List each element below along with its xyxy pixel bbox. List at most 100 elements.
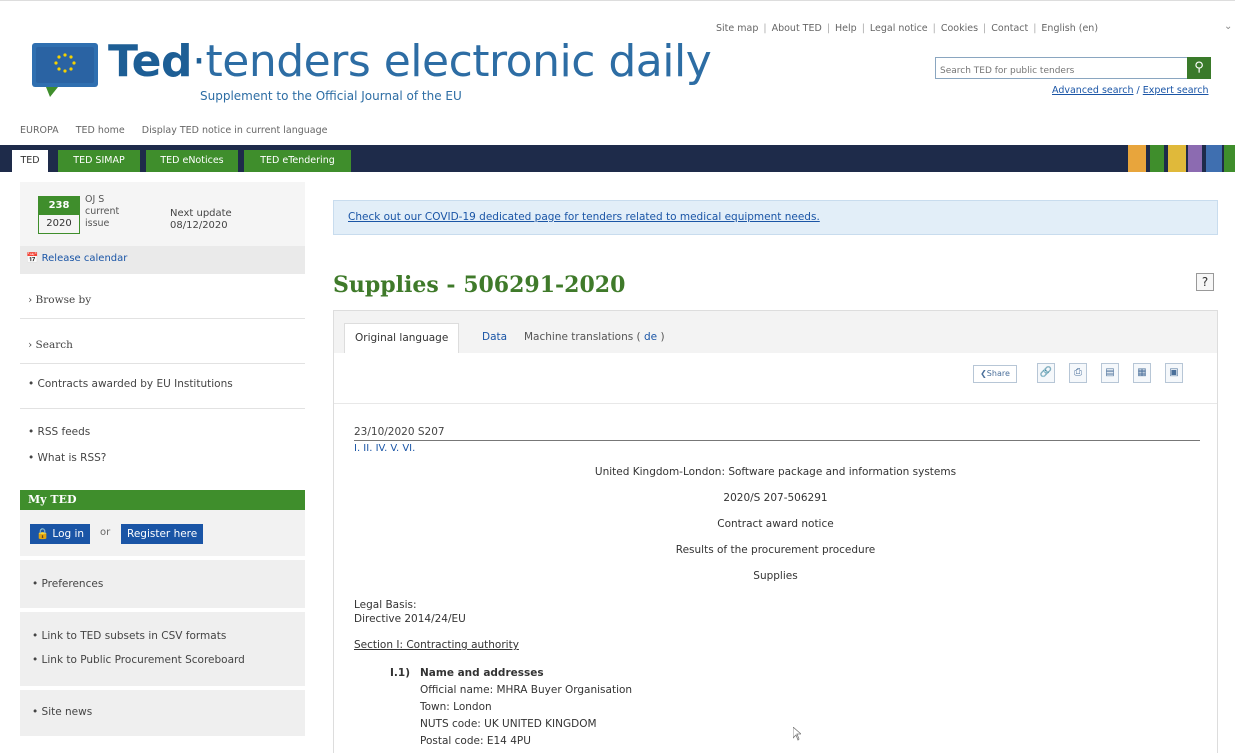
top-link-contact[interactable]: Contact [991, 23, 1028, 34]
search-links: Advanced search / Expert search [1052, 85, 1209, 96]
sidebar-item-what-is-rss[interactable]: • What is RSS? [28, 452, 106, 464]
notice-location-title: United Kingdom-London: Software package … [594, 466, 957, 478]
next-update: Next update 08/12/2020 [170, 208, 232, 232]
top-link-legal[interactable]: Legal notice [870, 23, 928, 34]
divider [20, 408, 305, 409]
ojs-label: OJ S current issue [85, 194, 120, 229]
sidebar-item-label: Link to Public Procurement Scoreboard [41, 654, 245, 666]
notice-body: ❮Share 🔗 ⎙ ▤ ▦ ▣ 23/10/2020 S207 I. II. … [334, 353, 1217, 753]
notice-number: 2020/S 207-506291 [723, 492, 828, 504]
tab-ted-simap[interactable]: TED SIMAP [58, 150, 140, 172]
tab-machine-translations[interactable]: Machine translations ( de ) [524, 323, 665, 353]
notice-results: Results of the procurement procedure [675, 544, 876, 556]
share-button[interactable]: ❮Share [973, 365, 1017, 383]
notice-tabs: Original language Data Machine translati… [334, 311, 1217, 353]
top-link-about[interactable]: About TED [772, 23, 822, 34]
tab-ted-etendering[interactable]: TED eTendering [244, 150, 351, 172]
mt-language-link[interactable]: de [644, 331, 657, 343]
divider [20, 318, 305, 319]
legal-basis-label: Legal Basis: [354, 599, 417, 611]
sidebar-item-preferences[interactable]: • Preferences [32, 578, 103, 590]
page-title: Supplies - 506291-2020 [333, 272, 626, 298]
ojs-number-badge[interactable]: 238 2020 [38, 196, 80, 234]
section-links[interactable]: I. II. IV. V. VI. [354, 443, 415, 454]
chevron-down-icon[interactable]: ⌄ [1224, 21, 1232, 32]
export-icon[interactable]: ▣ [1165, 363, 1183, 383]
site-tabbar: TED TED SIMAP TED eNotices TED eTenderin… [0, 145, 1235, 172]
breadcrumb-ted-home[interactable]: TED home [76, 125, 125, 136]
logo-rest: tenders electronic daily [205, 36, 712, 87]
help-icon[interactable]: ? [1196, 273, 1214, 291]
divider [354, 440, 1200, 441]
or-text: or [100, 527, 111, 538]
separator: | [763, 23, 767, 34]
eu-flag-logo-icon[interactable] [32, 43, 98, 97]
document-icon[interactable]: ▦ [1133, 363, 1151, 383]
site-logo-text[interactable]: Ted·tenders electronic daily [108, 36, 712, 87]
decorative-stripes [1128, 145, 1235, 172]
share-icon: ❮ [980, 369, 987, 378]
site-news-box: • Site news [20, 690, 305, 736]
notice-supplies: Supplies [753, 570, 798, 582]
register-button[interactable]: Register here [121, 524, 204, 544]
tab-ted[interactable]: TED [12, 150, 48, 172]
mouse-cursor-icon [793, 727, 801, 741]
search-icon[interactable]: ⚲ [1187, 57, 1211, 79]
sidebar-item-contracts-eu[interactable]: • Contracts awarded by EU Institutions [28, 378, 233, 390]
chevron-right-icon: › [28, 294, 33, 306]
sidebar-item-csv-link[interactable]: • Link to TED subsets in CSV formats [32, 630, 226, 642]
top-link-site-map[interactable]: Site map [716, 23, 758, 34]
next-update-date: 08/12/2020 [170, 220, 228, 231]
top-links: Site map | About TED | Help | Legal notice | Coo… [716, 23, 1098, 34]
expert-search-link[interactable]: Expert search [1143, 85, 1209, 96]
site-header: Ted·tenders electronic daily Supplement … [0, 0, 1235, 136]
covid-link[interactable]: Check out our COVID-19 dedicated page fo… [348, 211, 820, 223]
print-icon[interactable]: ⎙ [1069, 363, 1087, 383]
logo-dot: · [192, 36, 206, 87]
sidebar-item-label: Browse by [35, 294, 92, 306]
top-link-help[interactable]: Help [835, 23, 857, 34]
nuts-code: NUTS code: UK UNITED KINGDOM [420, 718, 597, 730]
notice-type: Contract award notice [717, 518, 834, 530]
section-i1-number: I.1) [390, 667, 411, 679]
breadcrumb-europa[interactable]: EUROPA [20, 125, 59, 136]
search-input[interactable] [936, 61, 1188, 81]
breadcrumb: EUROPA TED home Display TED notice in cu… [20, 125, 341, 136]
sidebar-item-label: Contracts awarded by EU Institutions [37, 378, 233, 390]
language-selector[interactable]: English (en) [1041, 23, 1098, 34]
tab-data[interactable]: Data [482, 323, 507, 353]
calendar-icon: 📅 [26, 253, 39, 264]
top-link-cookies[interactable]: Cookies [941, 23, 978, 34]
sidebar-item-browse-by[interactable]: › Browse by [28, 294, 91, 306]
sidebar-item-scoreboard-link[interactable]: • Link to Public Procurement Scoreboard [32, 654, 245, 666]
sidebar-item-label: Site news [41, 706, 93, 718]
separator: | [983, 23, 987, 34]
lock-icon: 🔒 [36, 528, 50, 540]
legal-basis-value: Directive 2014/24/EU [354, 613, 466, 625]
share-label: Share [986, 369, 1010, 378]
breadcrumb-display-notice[interactable]: Display TED notice in current language [142, 125, 328, 136]
tab-original-language[interactable]: Original language [344, 323, 460, 353]
advanced-search-link[interactable]: Advanced search [1052, 85, 1134, 96]
sidebar-item-site-news[interactable]: • Site news [32, 706, 92, 718]
notice-date-reference: 23/10/2020 S207 [354, 426, 445, 438]
sidebar-item-label: Link to TED subsets in CSV formats [41, 630, 227, 642]
pdf-icon[interactable]: ▤ [1101, 363, 1119, 383]
link-icon[interactable]: 🔗 [1037, 363, 1055, 383]
log-in-button[interactable]: 🔒 Log in [30, 524, 91, 544]
sidebar-item-label: Preferences [41, 578, 104, 590]
chevron-right-icon: › [28, 339, 33, 351]
notice-toolbar: ❮Share 🔗 ⎙ ▤ ▦ ▣ [973, 363, 1203, 385]
ojs-number: 238 [39, 197, 79, 215]
preferences-box: • Preferences [20, 560, 305, 608]
sidebar-item-search[interactable]: › Search [28, 339, 73, 351]
tab-ted-enotices[interactable]: TED eNotices [146, 150, 238, 172]
sidebar-item-label: Search [35, 339, 73, 351]
next-update-label: Next update [170, 208, 232, 219]
release-calendar-label: Release calendar [41, 253, 128, 264]
release-calendar-link[interactable]: 📅 Release calendar [26, 253, 127, 264]
login-row: 🔒 Log in or Register here [20, 510, 305, 556]
sidebar-item-rss-feeds[interactable]: • RSS feeds [28, 426, 90, 438]
section-i1-title: Name and addresses [420, 667, 544, 679]
logo-subtitle: Supplement to the Official Journal of th… [200, 89, 462, 103]
